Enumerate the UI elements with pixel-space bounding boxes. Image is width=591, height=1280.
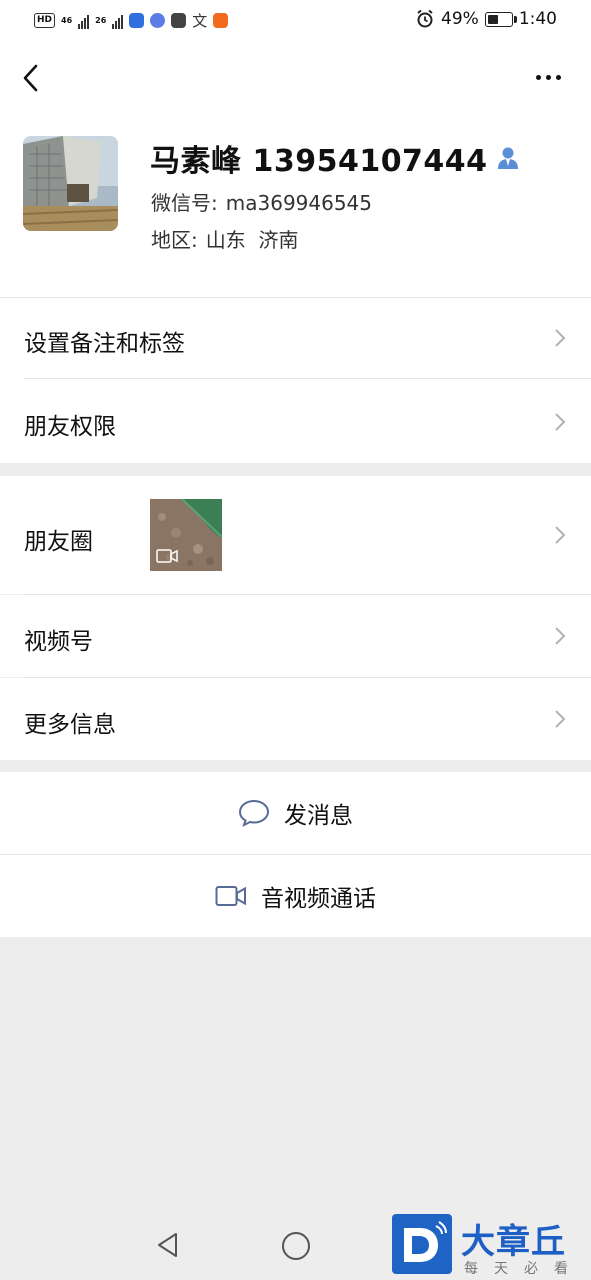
channels-label: 视频号 (24, 629, 93, 655)
chevron-right-icon (555, 329, 566, 347)
battery-icon (484, 11, 517, 27)
network-type-1: 46 (61, 15, 73, 25)
more-info-row[interactable]: 更多信息 (0, 678, 591, 760)
status-icons-left: HD 46 26 文 (34, 10, 229, 31)
chevron-right-icon (555, 627, 566, 645)
network-type-2: 26 (95, 15, 107, 25)
friend-permissions-label: 朋友权限 (24, 414, 116, 440)
watermark-subtitle: 每天必看 (464, 1261, 584, 1277)
back-arrow-icon (23, 64, 38, 92)
translate-icon: 文 (192, 12, 208, 30)
app-notification-icon (171, 13, 187, 28)
moments-label: 朋友圈 (24, 529, 93, 555)
signal-icon (78, 13, 90, 29)
app-notification-icon (129, 13, 145, 28)
chevron-right-icon (555, 710, 566, 728)
remark-and-tags-row[interactable]: 设置备注和标签 (0, 298, 591, 378)
chevron-right-icon (555, 413, 566, 431)
watermark-logo (392, 1214, 452, 1274)
hd-indicator: HD (34, 13, 56, 28)
region-label: 地区: (151, 228, 198, 252)
contact-name: 马素峰 13954107444 (150, 144, 488, 179)
region-line: 地区: 山东 济南 (151, 224, 298, 253)
wechat-id-value: ma369946545 (225, 191, 373, 215)
system-home-icon[interactable] (282, 1232, 310, 1260)
chat-bubble-icon (238, 799, 270, 827)
video-call-icon (215, 886, 246, 906)
battery-percent: 49% (441, 9, 479, 29)
system-back-icon[interactable] (156, 1232, 180, 1258)
channels-row[interactable]: 视频号 (0, 595, 591, 677)
taobao-icon (213, 13, 229, 28)
profile-name: 马素峰 13954107444 (150, 136, 522, 180)
more-options-button[interactable] (528, 62, 568, 92)
contact-person-icon (497, 147, 518, 169)
watermark: 大章丘 每天必看 (392, 1214, 591, 1280)
voice-video-call-button[interactable]: 音视频通话 (0, 855, 591, 937)
music-app-icon (150, 13, 166, 28)
section-gap (0, 760, 591, 772)
send-message-button[interactable]: 发消息 (0, 772, 591, 854)
more-info-label: 更多信息 (24, 712, 116, 738)
region-value: 山东 济南 (205, 228, 299, 252)
remark-and-tags-label: 设置备注和标签 (24, 331, 185, 357)
signal-icon (112, 13, 124, 29)
back-button[interactable] (14, 56, 48, 100)
chevron-right-icon (555, 526, 566, 544)
more-dot (535, 74, 541, 80)
wechat-id-line: 微信号: ma369946545 (151, 187, 372, 216)
avatar[interactable] (23, 136, 118, 231)
status-bar: HD 46 26 文 49% 1:40 (0, 0, 591, 40)
alarm-icon (417, 9, 433, 28)
status-icons-right: 49% 1:40 (415, 9, 557, 29)
moments-row[interactable]: 朋友圈 (0, 476, 591, 594)
more-dot (555, 74, 561, 80)
more-dot (545, 74, 551, 80)
video-icon (156, 549, 178, 563)
friend-permissions-row[interactable]: 朋友权限 (0, 379, 591, 463)
watermark-title: 大章丘 (461, 1222, 566, 1262)
moments-thumbnail[interactable] (150, 499, 222, 571)
voice-video-call-label: 音视频通话 (261, 886, 376, 912)
clock: 1:40 (518, 9, 557, 29)
send-message-label: 发消息 (284, 803, 353, 829)
wechat-id-label: 微信号: (151, 191, 218, 215)
section-gap (0, 463, 591, 476)
